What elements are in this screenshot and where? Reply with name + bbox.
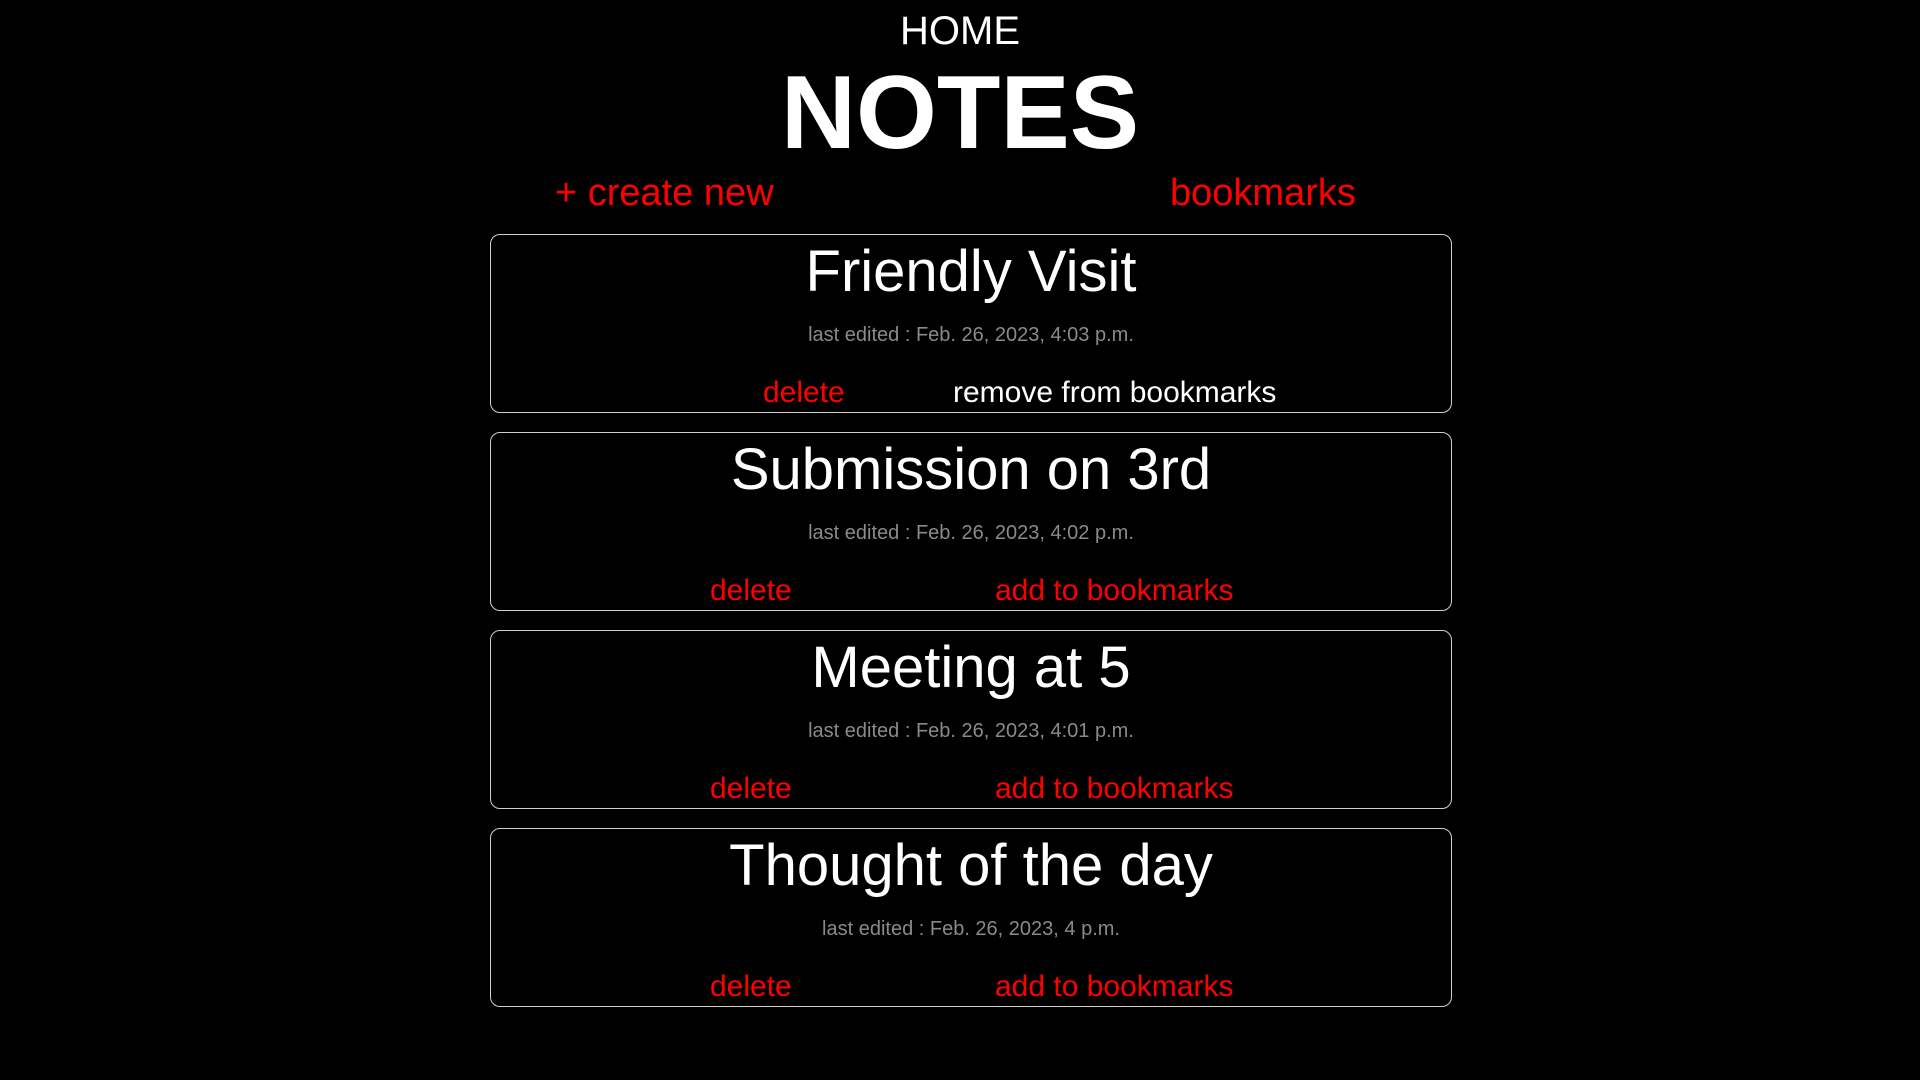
add-bookmark-button[interactable]: add to bookmarks: [995, 969, 1233, 1005]
note-card[interactable]: Submission on 3rd last edited : Feb. 26,…: [490, 432, 1452, 611]
note-card[interactable]: Thought of the day last edited : Feb. 26…: [490, 828, 1452, 1007]
home-link[interactable]: HOME: [0, 8, 1920, 54]
delete-button[interactable]: delete: [710, 573, 792, 609]
add-bookmark-button[interactable]: add to bookmarks: [995, 573, 1233, 609]
create-new-link[interactable]: + create new: [555, 168, 774, 218]
note-last-edited: last edited : Feb. 26, 2023, 4 p.m.: [822, 918, 1120, 940]
note-last-edited: last edited : Feb. 26, 2023, 4:03 p.m.: [808, 324, 1134, 346]
bookmarks-link[interactable]: bookmarks: [1170, 168, 1356, 218]
note-last-edited: last edited : Feb. 26, 2023, 4:01 p.m.: [808, 720, 1134, 742]
notes-list: Friendly Visit last edited : Feb. 26, 20…: [490, 234, 1452, 1026]
note-card[interactable]: Meeting at 5 last edited : Feb. 26, 2023…: [490, 630, 1452, 809]
page-title: NOTES: [780, 55, 1140, 171]
note-title[interactable]: Thought of the day: [491, 831, 1451, 901]
note-title[interactable]: Submission on 3rd: [491, 435, 1451, 505]
delete-button[interactable]: delete: [763, 375, 845, 411]
note-actions: delete add to bookmarks: [491, 573, 1451, 609]
remove-bookmark-button[interactable]: remove from bookmarks: [953, 375, 1276, 411]
note-actions: delete add to bookmarks: [491, 771, 1451, 807]
note-last-edited: last edited : Feb. 26, 2023, 4:02 p.m.: [808, 522, 1134, 544]
note-actions: delete remove from bookmarks: [491, 375, 1451, 411]
note-title[interactable]: Friendly Visit: [491, 237, 1451, 307]
note-actions: delete add to bookmarks: [491, 969, 1451, 1005]
delete-button[interactable]: delete: [710, 771, 792, 807]
delete-button[interactable]: delete: [710, 969, 792, 1005]
note-title[interactable]: Meeting at 5: [491, 633, 1451, 703]
note-card[interactable]: Friendly Visit last edited : Feb. 26, 20…: [490, 234, 1452, 413]
notes-page: HOME NOTES + create new bookmarks Friend…: [0, 0, 1920, 1080]
top-actions: + create new bookmarks: [490, 168, 1430, 218]
add-bookmark-button[interactable]: add to bookmarks: [995, 771, 1233, 807]
